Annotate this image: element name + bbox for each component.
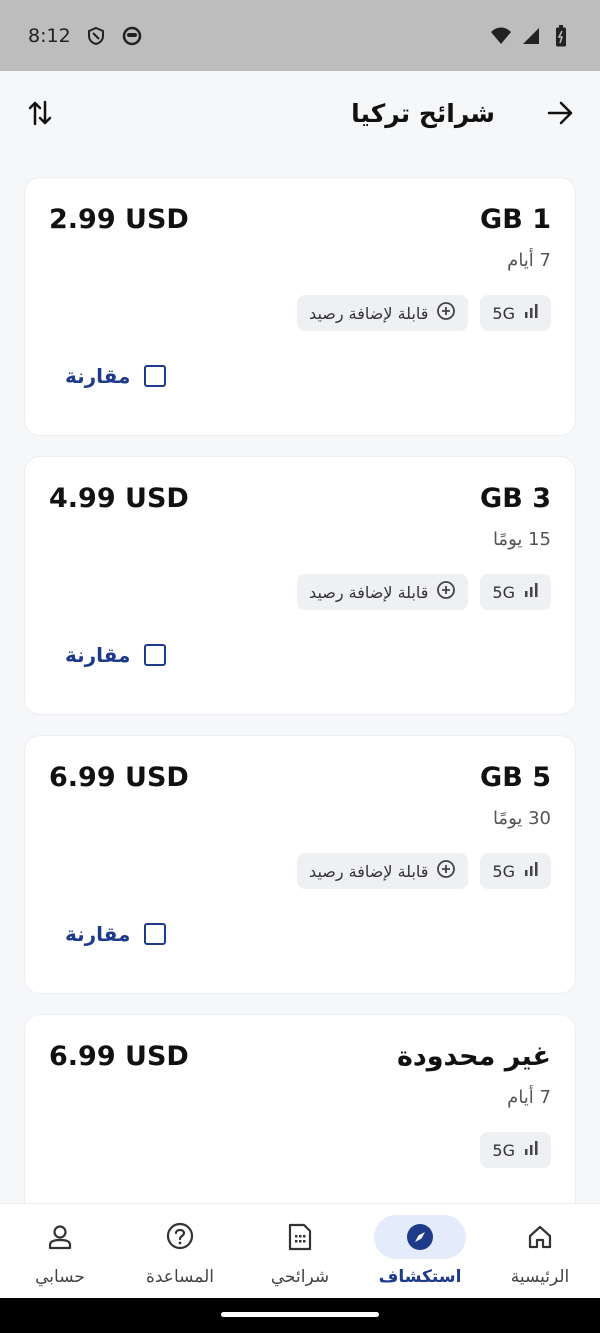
user-icon bbox=[14, 1215, 106, 1259]
plan-price: 6.99 USD bbox=[49, 1041, 189, 1072]
signal-bars-icon bbox=[523, 1140, 539, 1160]
compare-label: مقارنة bbox=[65, 364, 131, 388]
signal-bars-icon bbox=[523, 582, 539, 602]
plan-price: 4.99 USD bbox=[49, 483, 189, 514]
network-label: 5G bbox=[492, 303, 515, 323]
plan-card[interactable]: 2.99 USD 1 GB 7 أيام 5G قابلة لإضافة رصي… bbox=[24, 177, 576, 436]
topup-badge: قابلة لإضافة رصيد bbox=[297, 295, 469, 331]
plan-validity: 7 أيام bbox=[507, 1087, 551, 1108]
plan-validity: 15 يومًا bbox=[492, 529, 551, 550]
plan-price: 6.99 USD bbox=[49, 762, 189, 793]
plan-price: 2.99 USD bbox=[49, 204, 189, 235]
network-badge: 5G bbox=[480, 574, 551, 610]
home-gesture-handle[interactable] bbox=[221, 1312, 379, 1317]
status-time: 8:12 bbox=[28, 24, 71, 47]
page-title: شرائح تركيا bbox=[351, 98, 495, 128]
network-badge: 5G bbox=[480, 1132, 551, 1168]
nav-account[interactable]: حسابي bbox=[5, 1215, 115, 1287]
compare-toggle[interactable]: مقارنة bbox=[65, 364, 167, 388]
topup-label: قابلة لإضافة رصيد bbox=[309, 303, 429, 323]
compass-icon bbox=[374, 1215, 466, 1259]
sort-icon[interactable] bbox=[24, 97, 56, 129]
nav-label: الرئيسية bbox=[510, 1267, 570, 1287]
wifi-icon bbox=[490, 25, 512, 47]
plus-circle-icon bbox=[436, 580, 456, 604]
plus-circle-icon bbox=[436, 301, 456, 325]
plan-badges: 5G قابلة لإضافة رصيد bbox=[297, 853, 551, 889]
nav-label: شرائحي bbox=[270, 1267, 330, 1287]
compare-checkbox[interactable] bbox=[144, 365, 167, 387]
plan-data-amount: غير محدودة bbox=[396, 1041, 551, 1072]
plan-badges: 5G قابلة لإضافة رصيد bbox=[297, 574, 551, 610]
signal-bars-icon bbox=[523, 303, 539, 323]
back-arrow-icon[interactable] bbox=[544, 97, 576, 129]
bottom-nav: الرئيسية استكشاف شرائحي المساعدة حسابي bbox=[0, 1203, 600, 1298]
compare-toggle[interactable]: مقارنة bbox=[65, 643, 167, 667]
plan-validity: 7 أيام bbox=[507, 250, 551, 271]
plan-card[interactable]: 4.99 USD 3 GB 15 يومًا 5G قابلة لإضافة ر… bbox=[24, 456, 576, 715]
signal-icon bbox=[520, 25, 542, 47]
plan-data-amount: 5 GB bbox=[480, 762, 551, 793]
plan-badges: 5G bbox=[480, 1132, 551, 1168]
network-label: 5G bbox=[492, 861, 515, 881]
compare-toggle[interactable]: مقارنة bbox=[65, 922, 167, 946]
plan-data-amount: 3 GB bbox=[480, 483, 551, 514]
nav-label: استكشاف bbox=[378, 1267, 462, 1287]
status-bar: 8:12 bbox=[0, 0, 600, 71]
nav-explore[interactable]: استكشاف bbox=[365, 1215, 475, 1287]
nav-home[interactable]: الرئيسية bbox=[485, 1215, 595, 1287]
nav-label: المساعدة bbox=[145, 1267, 215, 1287]
signal-bars-icon bbox=[523, 861, 539, 881]
plan-list: 2.99 USD 1 GB 7 أيام 5G قابلة لإضافة رصي… bbox=[24, 177, 576, 1293]
nav-help[interactable]: المساعدة bbox=[125, 1215, 235, 1287]
compare-label: مقارنة bbox=[65, 922, 131, 946]
plan-data-amount: 1 GB bbox=[480, 204, 551, 235]
compare-checkbox[interactable] bbox=[144, 644, 167, 666]
plus-circle-icon bbox=[436, 859, 456, 883]
plan-validity: 30 يومًا bbox=[492, 808, 551, 829]
network-badge: 5G bbox=[480, 853, 551, 889]
plan-badges: 5G قابلة لإضافة رصيد bbox=[297, 295, 551, 331]
network-badge: 5G bbox=[480, 295, 551, 331]
plan-card[interactable]: 6.99 USD 5 GB 30 يومًا 5G قابلة لإضافة ر… bbox=[24, 735, 576, 994]
battery-icon bbox=[550, 24, 572, 47]
home-icon bbox=[494, 1215, 586, 1259]
gesture-bar bbox=[0, 1298, 600, 1333]
sim-icon bbox=[254, 1215, 346, 1259]
network-label: 5G bbox=[492, 1140, 515, 1160]
face-icon bbox=[121, 25, 143, 47]
topup-label: قابلة لإضافة رصيد bbox=[309, 582, 429, 602]
topup-badge: قابلة لإضافة رصيد bbox=[297, 853, 469, 889]
network-label: 5G bbox=[492, 582, 515, 602]
compare-label: مقارنة bbox=[65, 643, 131, 667]
help-icon bbox=[134, 1215, 226, 1259]
app-header: شرائح تركيا bbox=[0, 71, 600, 155]
topup-badge: قابلة لإضافة رصيد bbox=[297, 574, 469, 610]
nav-my-esims[interactable]: شرائحي bbox=[245, 1215, 355, 1287]
nav-label: حسابي bbox=[35, 1267, 85, 1287]
topup-label: قابلة لإضافة رصيد bbox=[309, 861, 429, 881]
compare-checkbox[interactable] bbox=[144, 923, 167, 945]
shield-icon bbox=[85, 25, 107, 47]
